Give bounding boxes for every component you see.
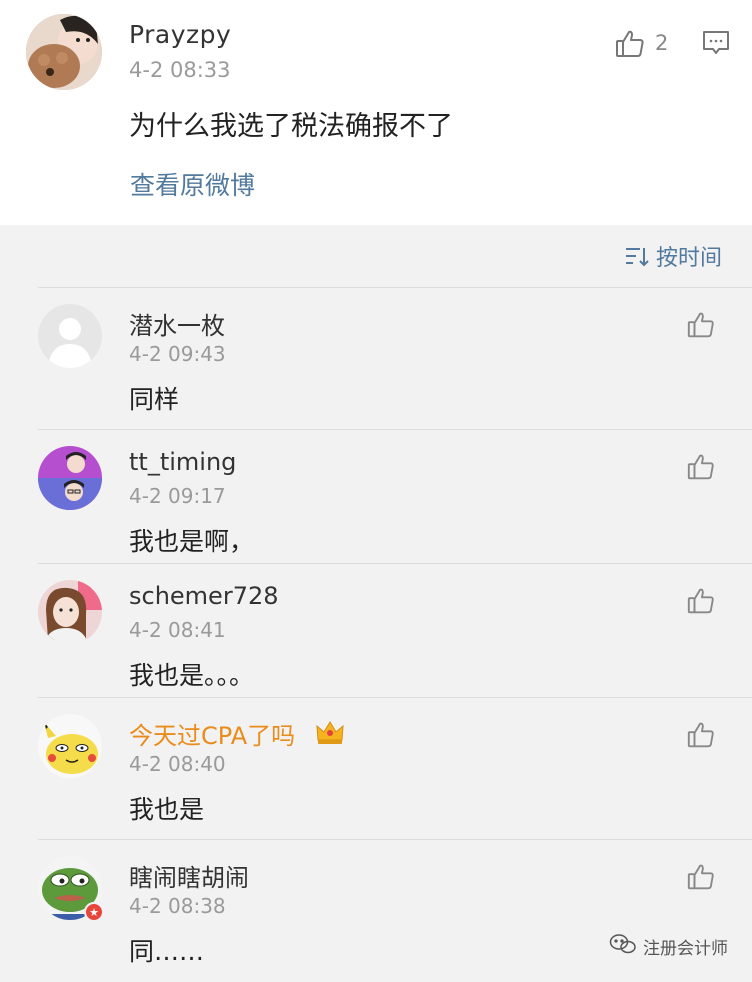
comment-text: 我也是啊， [129,527,255,556]
pikachu-avatar-icon[interactable] [38,714,102,778]
pepe-frog-avatar-icon[interactable]: ★ [38,856,104,922]
comment-time: 4-2 08:38 [129,894,226,918]
default-avatar-icon[interactable] [38,304,102,368]
commenter-name[interactable]: 瞎闹瞎胡闹 [129,858,249,893]
comment-text: 我也是 [129,795,205,824]
comment-icon[interactable] [702,30,730,56]
thumbs-up-icon[interactable] [686,586,716,616]
post-author-avatar[interactable] [26,14,102,90]
thumbs-up-icon[interactable] [686,310,716,340]
thumbs-up-icon[interactable] [686,862,716,892]
comment-text: 我也是。。。 [129,661,255,690]
girl-avatar-icon[interactable] [38,580,102,644]
verified-badge-icon: ★ [84,902,104,922]
comment-time: 4-2 09:43 [129,342,226,366]
like-count: 2 [655,31,669,55]
comment-text: 同样 [129,385,180,414]
post-timestamp: 4-2 08:33 [129,58,231,82]
comment-time: 4-2 08:40 [129,752,226,776]
commenter-name[interactable]: tt_timing [129,448,236,476]
thumbs-up-icon[interactable] [686,720,716,750]
post-author-name[interactable]: Prayzpy [129,20,231,49]
comment-time: 4-2 08:41 [129,618,226,642]
sort-by-time-button[interactable]: 按时间 [624,240,722,272]
two-boys-avatar-icon[interactable] [38,446,102,510]
sort-icon [625,248,649,267]
commenter-name[interactable]: schemer728 [129,582,279,610]
sort-label: 按时间 [655,246,722,271]
commenter-name[interactable]: 今天过CPA了吗 [129,716,295,751]
comment-item: 潜水一枚 4-2 09:43 同样 [0,288,752,422]
post-text: 为什么我选了税法确报不了 [129,111,453,142]
view-original-link[interactable]: 查看原微博 [130,166,255,202]
thumbs-up-icon[interactable] [686,452,716,482]
original-post: Prayzpy 4-2 08:33 为什么我选了税法确报不了 查看原微博 2 [0,0,752,225]
comment-item: tt_timing 4-2 09:17 我也是啊， [0,430,752,564]
commenter-name[interactable]: 潜水一枚 [129,306,225,341]
comment-text: 同…… [129,937,205,966]
crown-badge-icon [315,718,345,746]
thumbs-up-icon[interactable] [614,28,646,60]
comment-time: 4-2 09:17 [129,484,226,508]
comment-item: schemer728 4-2 08:41 我也是。。。 [0,564,752,698]
watermark: 注册会计师 [609,933,728,960]
watermark-text: 注册会计师 [643,939,728,959]
comment-item: 今天过CPA了吗 4-2 08:40 我也是 [0,698,752,832]
wechat-icon [609,933,637,960]
